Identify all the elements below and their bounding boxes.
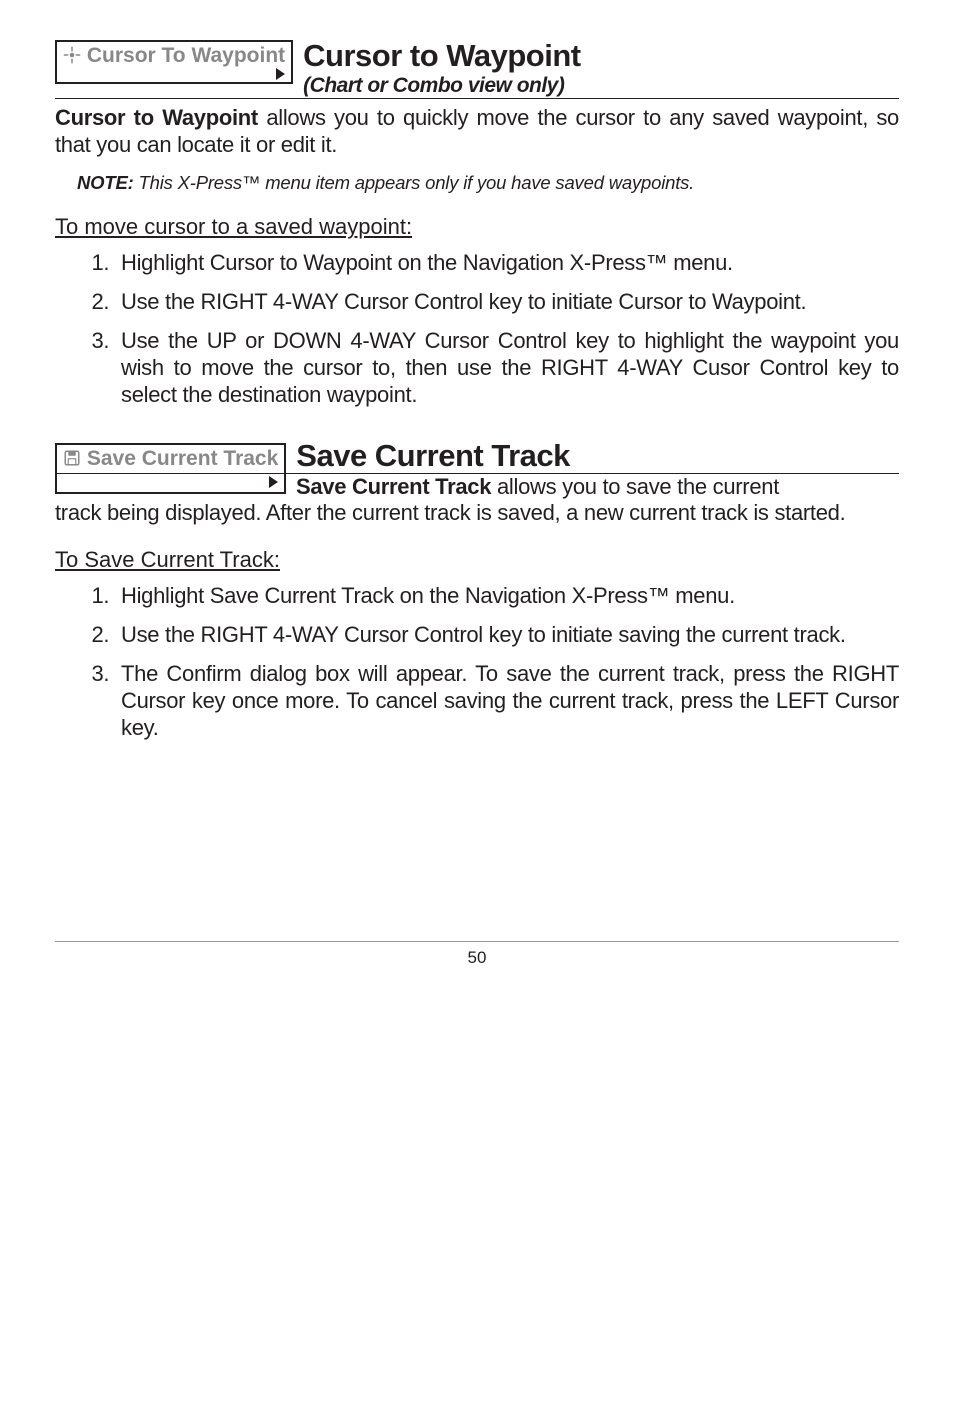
list-item: The Confirm dialog box will appear. To s… xyxy=(115,661,899,741)
menu-item-text: Cursor To Waypoint xyxy=(87,44,285,67)
list-item: Highlight Cursor to Waypoint on the Navi… xyxy=(115,250,899,277)
section-title-wrap: Cursor to Waypoint (Chart or Combo view … xyxy=(293,40,580,98)
section-title: Cursor to Waypoint xyxy=(303,40,580,73)
play-arrow-icon xyxy=(276,68,285,80)
save-icon xyxy=(63,449,81,467)
play-arrow-icon xyxy=(269,476,278,488)
list-item: Highlight Save Current Track on the Navi… xyxy=(115,583,899,610)
menu-item-arrow-row xyxy=(57,68,291,82)
procedure-steps: Highlight Cursor to Waypoint on the Navi… xyxy=(55,250,899,408)
procedure-heading: To move cursor to a saved waypoint: xyxy=(55,214,899,240)
menu-item-text: Save Current Track xyxy=(87,447,278,470)
note-text: NOTE: This X-Press™ menu item appears on… xyxy=(55,172,899,194)
menu-item-label: Cursor To Waypoint xyxy=(57,42,291,68)
page-footer: 50 xyxy=(55,941,899,974)
section-header-save-track: Save Current Track Save Current Track xyxy=(55,439,899,474)
section-save-current-track: Save Current Track Save Current Track Sa… xyxy=(55,439,899,742)
menu-item-arrow-row xyxy=(55,474,286,494)
menu-item-box: Cursor To Waypoint xyxy=(55,40,293,84)
document-page: Cursor To Waypoint Cursor to Waypoint (C… xyxy=(0,0,954,741)
section-row2: Save Current Track allows you to save th… xyxy=(55,474,899,501)
waypoint-icon xyxy=(63,46,81,64)
list-item: Use the UP or DOWN 4-WAY Cursor Control … xyxy=(115,328,899,408)
menu-item-box: Save Current Track xyxy=(55,443,286,473)
list-item: Use the RIGHT 4-WAY Cursor Control key t… xyxy=(115,622,899,649)
section-subtitle: (Chart or Combo view only) xyxy=(303,73,580,98)
section-body-rest: track being displayed. After the current… xyxy=(55,500,899,527)
page-number: 50 xyxy=(468,948,487,967)
list-item: Use the RIGHT 4-WAY Cursor Control key t… xyxy=(115,289,899,316)
procedure-steps: Highlight Save Current Track on the Navi… xyxy=(55,583,899,741)
section-header-cursor-to-waypoint: Cursor To Waypoint Cursor to Waypoint (C… xyxy=(55,40,899,99)
section-body: Cursor to Waypoint allows you to quickly… xyxy=(55,105,899,159)
section-title: Save Current Track xyxy=(286,439,570,473)
procedure-heading: To Save Current Track: xyxy=(55,547,899,573)
section-body-first-line: Save Current Track allows you to save th… xyxy=(286,474,899,501)
